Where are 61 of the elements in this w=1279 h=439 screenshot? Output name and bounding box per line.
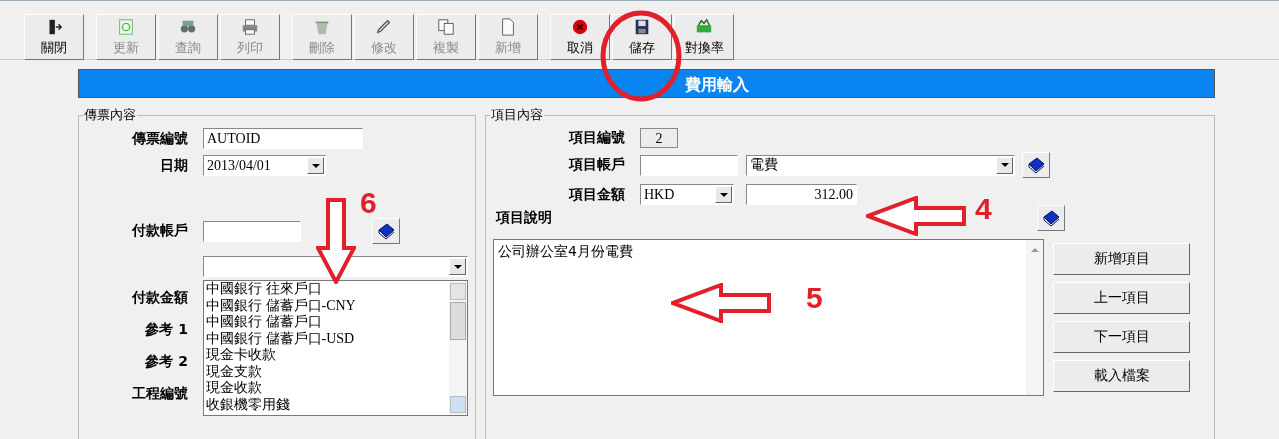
item-number-field: 2 bbox=[640, 128, 678, 148]
book-icon bbox=[1041, 208, 1061, 228]
currency-dropdown[interactable]: HKD bbox=[640, 184, 734, 205]
list-item[interactable]: 現金支款 bbox=[206, 363, 449, 380]
scrollbar[interactable] bbox=[1026, 240, 1043, 395]
scroll-up-icon bbox=[1030, 248, 1039, 252]
field-label: 項目帳戶 bbox=[567, 156, 625, 174]
date-dropdown[interactable]: 2013/04/01 bbox=[203, 155, 326, 176]
field-label: 傳票編號 bbox=[131, 129, 188, 148]
list-item[interactable]: 中國銀行 儲蓄戶口-CNY bbox=[206, 297, 449, 314]
toolbar-button[interactable]: 關閉 bbox=[24, 14, 84, 60]
group-title: 傳票內容 bbox=[83, 106, 137, 124]
list-item[interactable]: 中國銀行 儲蓄戶口 bbox=[206, 314, 449, 331]
list-item[interactable]: 收銀機零用錢 bbox=[206, 396, 449, 413]
book-icon bbox=[1026, 155, 1046, 175]
item-button[interactable]: 新增項目 bbox=[1053, 243, 1190, 275]
account-name-dropdown[interactable]: 電費 bbox=[746, 154, 1015, 176]
lookup-button[interactable] bbox=[372, 218, 400, 244]
field-label: 日期 bbox=[159, 156, 188, 175]
field-label: 參考 1 bbox=[144, 321, 188, 339]
refresh-icon bbox=[117, 17, 135, 36]
field-label: 參考 2 bbox=[144, 353, 188, 371]
dropdown-arrow-icon bbox=[453, 264, 462, 269]
lookup-button[interactable] bbox=[1022, 152, 1050, 178]
item-button[interactable]: 載入檔案 bbox=[1053, 360, 1190, 392]
list-item[interactable]: 現金卡收款 bbox=[206, 347, 449, 364]
list-item[interactable]: 現金收款 bbox=[206, 380, 449, 397]
account-dropdown[interactable] bbox=[203, 256, 468, 277]
printer-icon bbox=[241, 17, 259, 36]
field-label: 付款金額 bbox=[131, 289, 188, 307]
payment-account-field[interactable] bbox=[203, 220, 301, 242]
field-label: 項目金額 bbox=[567, 185, 625, 204]
field-label: 項目說明 bbox=[496, 209, 552, 227]
pen-icon bbox=[375, 17, 393, 36]
save-icon bbox=[633, 17, 651, 36]
group-title: 項目內容 bbox=[490, 106, 544, 124]
list-item[interactable]: 中國銀行 往來戶口 bbox=[206, 281, 449, 298]
cancel-icon bbox=[571, 17, 589, 36]
voucher-number-field[interactable]: AUTOID bbox=[203, 128, 363, 149]
toolbar-button[interactable]: 取消 bbox=[550, 14, 610, 60]
amount-field[interactable]: 312.00 bbox=[746, 184, 857, 205]
item-button[interactable]: 下一項目 bbox=[1053, 321, 1190, 353]
toolbar-button[interactable]: 對換率 bbox=[674, 14, 734, 60]
lookup-button[interactable] bbox=[1037, 205, 1065, 231]
annotation-number: 4 bbox=[975, 194, 992, 224]
field-label: 付款帳戶 bbox=[131, 222, 188, 240]
title-banner: 費用輸入 bbox=[78, 69, 1215, 98]
dropdown-arrow-icon bbox=[719, 192, 728, 197]
field-label: 項目編號 bbox=[567, 129, 625, 147]
dropdown-arrow-icon bbox=[1000, 163, 1009, 167]
scrollbar[interactable] bbox=[449, 281, 467, 415]
annotation-number: 6 bbox=[360, 188, 377, 218]
field-label: 工程編號 bbox=[131, 385, 188, 403]
copy-icon bbox=[437, 17, 455, 36]
annotation-number: 5 bbox=[806, 283, 823, 313]
book-icon bbox=[376, 221, 396, 241]
page-icon bbox=[499, 17, 517, 36]
list-item[interactable]: 中國銀行 儲蓄戶口-USD bbox=[206, 330, 449, 347]
dropdown-arrow-icon bbox=[311, 163, 320, 168]
item-account-field[interactable] bbox=[640, 154, 738, 176]
item-button[interactable]: 上一項目 bbox=[1053, 282, 1190, 314]
